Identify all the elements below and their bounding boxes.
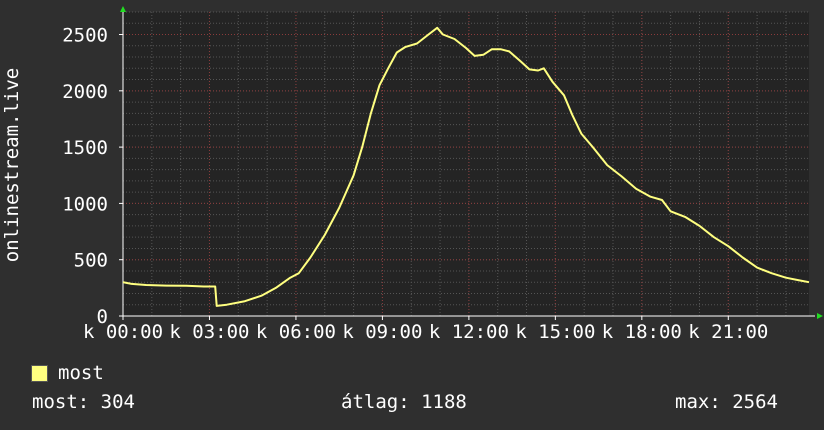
x-tick-label: k 12:00 [429,321,509,343]
line-chart: 05001000150020002500k 00:00 k 03:00 k 06:0… [1,6,823,343]
x-axis-arrow-icon [817,313,823,319]
y-tick-label: 2000 [62,81,108,103]
y-tick-label: 1000 [62,193,108,215]
x-tick-label: k 21:00 [688,321,768,343]
x-tick-label: k 18:00 [602,321,682,343]
y-tick-label: 2500 [62,25,108,47]
stat-average: átlag: 1188 [341,391,467,413]
plot-area [123,12,809,316]
x-tick-label: k 09:00 [342,321,422,343]
y-axis-arrow-icon [120,6,126,12]
x-tick-label: k 15:00 [515,321,595,343]
legend-swatch-most [31,364,48,382]
y-tick-label: 500 [74,250,108,272]
x-tick-label: k 06:00 [256,321,336,343]
stat-current: most: 304 [32,391,135,413]
y-axis-label: onlinestream.live [1,68,23,262]
y-tick-label: 1500 [62,137,108,159]
x-tick-label: k 03:00 [169,321,249,343]
x-tick-label: k 00:00 [83,321,163,343]
stat-maximum: max: 2564 [675,391,778,413]
legend-label-most: most [58,362,104,384]
legend: most [31,362,104,384]
